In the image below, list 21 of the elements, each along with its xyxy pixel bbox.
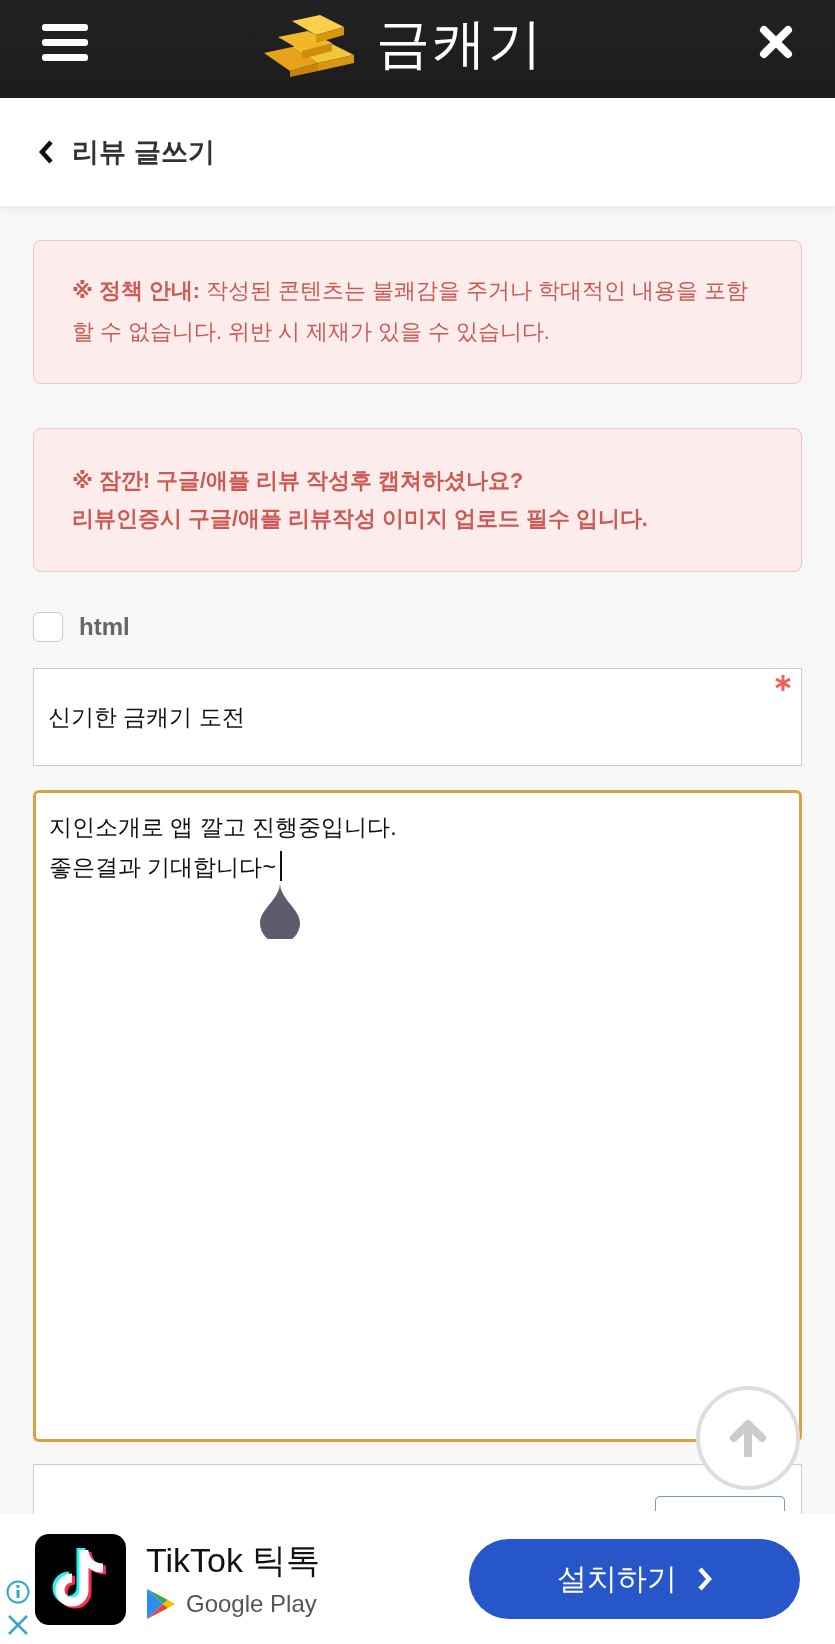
play-store-icon	[146, 1588, 176, 1620]
title-field[interactable]: 신기한 금캐기 도전	[33, 668, 802, 766]
store-name: Google Play	[186, 1590, 317, 1618]
menu-icon[interactable]	[42, 22, 88, 62]
notice-text: 리뷰인증시 구글/애플 리뷰작성 이미지 업로드 필수 입니다.	[72, 506, 649, 533]
info-icon[interactable]	[5, 1580, 30, 1604]
notice-text: ※ 정책 안내: 작성된 콘텐츠는 불쾌감을 주거나 학대적인 내용을 포함할 수 없습니다. 위반 시 제재가 있을 수 있습니다.	[72, 278, 749, 346]
music-note-app-icon	[35, 1533, 126, 1625]
back-icon[interactable]	[38, 140, 54, 164]
notice-text: ※ 잠깐! 구글/애플 리뷰 작성후 캡쳐하셨나요?	[72, 468, 525, 495]
checkbox-label: html	[79, 613, 130, 641]
html-checkbox[interactable]	[33, 612, 63, 642]
page-title: 리뷰 글쓰기	[72, 136, 215, 169]
content-field[interactable]: 지인소개로 앱 깔고 진행중입니다. 좋은결과 기대합니다~	[33, 790, 802, 1442]
app-name: TikTok 틱톡	[146, 1540, 321, 1581]
file-button[interactable]	[655, 1496, 785, 1511]
up-arrow-icon	[729, 1419, 767, 1457]
app-logo-text: 금캐기	[375, 11, 544, 75]
install-button[interactable]: 설치하기	[469, 1539, 800, 1619]
chevron-right-icon	[696, 1567, 713, 1591]
cursor-handle-icon[interactable]	[257, 883, 302, 939]
